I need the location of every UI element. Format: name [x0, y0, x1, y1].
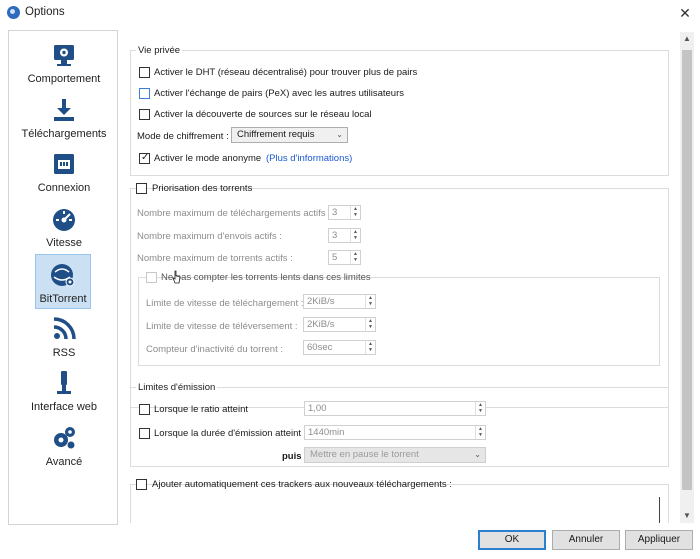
bittorrent-icon: [51, 264, 75, 287]
sidebar-item-label: Avancé: [45, 456, 83, 468]
max-uploads-label: Nombre maximum d'envois actifs :: [137, 231, 282, 242]
spin-arrows-icon[interactable]: ▲ ▼: [475, 402, 485, 415]
encryption-mode-label: Mode de chiffrement :: [137, 131, 229, 142]
window-title: Options: [25, 6, 65, 18]
spin-arrows-icon[interactable]: ▲ ▼: [350, 229, 360, 242]
sidebar-item-vitesse[interactable]: Vitesse: [10, 199, 118, 254]
title-bar: Options ✕: [0, 0, 700, 26]
chevron-down-icon: ⌄: [336, 130, 343, 139]
ratio-limit-value: 1,00: [308, 403, 327, 414]
max-torrents-value: 5: [332, 252, 338, 263]
web-ui-icon: [57, 371, 71, 394]
sidebar-item-comportement[interactable]: Comportement: [10, 35, 118, 90]
seeding-limits-title: Limites d'émission: [136, 382, 218, 393]
scroll-down-icon[interactable]: ▼: [680, 509, 694, 523]
anonymous-mode-label: Activer le mode anonyme: [154, 153, 262, 164]
cancel-button[interactable]: Annuler: [552, 530, 620, 550]
spin-arrows-icon[interactable]: ▲ ▼: [365, 318, 375, 331]
ratio-limit-label: Lorsque le ratio atteint: [154, 404, 249, 415]
privacy-group-title: Vie privée: [136, 45, 183, 56]
dl-rate-threshold-spinbox[interactable]: 2KiB/s ▲ ▼: [303, 294, 376, 309]
sidebar-item-bittorrent[interactable]: BitTorrent: [35, 254, 91, 309]
sidebar-item-rss[interactable]: RSS: [10, 309, 118, 364]
sidebar-item-avance[interactable]: Avancé: [10, 418, 118, 473]
ratio-limit-spinbox[interactable]: 1,00 ▲ ▼: [304, 401, 486, 416]
ratio-limit-checkbox[interactable]: [139, 404, 150, 415]
bittorrent-settings-panel: Vie privée Activer le DHT (réseau décent…: [126, 32, 679, 523]
content-scrollbar[interactable]: ▲ ▼: [680, 32, 694, 523]
slow-torrents-checkbox[interactable]: [146, 272, 157, 283]
scrollbar-thumb[interactable]: [682, 50, 692, 490]
max-downloads-spinbox[interactable]: 3 ▲ ▼: [328, 205, 361, 220]
options-sidebar: Comportement Téléchargements Connexion V…: [8, 30, 118, 525]
qbittorrent-app-icon: [7, 6, 20, 19]
sidebar-item-label: Comportement: [27, 73, 101, 85]
seeding-time-label: Lorsque la durée d'émission atteint: [154, 428, 302, 439]
dl-rate-threshold-label: Limite de vitesse de téléchargement :: [146, 298, 304, 309]
mouse-cursor-icon: [172, 270, 181, 284]
sidebar-item-label: BitTorrent: [39, 293, 87, 305]
gears-icon: [54, 427, 75, 449]
spin-arrows-icon[interactable]: ▲ ▼: [350, 206, 360, 219]
lsd-checkbox[interactable]: [139, 109, 150, 120]
then-label: puis: [282, 451, 302, 462]
seeding-time-spinbox[interactable]: 1440min ▲ ▼: [304, 425, 486, 440]
network-icon: [54, 154, 74, 174]
max-downloads-label: Nombre maximum de téléchargements actifs…: [137, 208, 331, 219]
max-downloads-value: 3: [332, 207, 338, 218]
lsd-label: Activer la découverte de sources sur le …: [154, 109, 372, 120]
dl-rate-threshold-value: 2KiB/s: [307, 296, 335, 307]
trackers-text-caret: [659, 497, 660, 523]
spin-arrows-icon[interactable]: ▲ ▼: [365, 295, 375, 308]
chevron-down-icon: ⌄: [474, 450, 481, 459]
pex-checkbox[interactable]: [139, 88, 150, 99]
rss-icon: [53, 317, 76, 340]
slow-torrents-title: Ne pas compter les torrents lents dans c…: [161, 272, 371, 283]
sidebar-item-label: Interface web: [30, 401, 98, 413]
sidebar-item-connexion[interactable]: Connexion: [10, 144, 118, 199]
seeding-time-checkbox[interactable]: [139, 428, 150, 439]
spin-arrows-icon[interactable]: ▲ ▼: [365, 341, 375, 354]
dht-label: Activer le DHT (réseau décentralisé) pou…: [154, 67, 418, 78]
sidebar-item-label: Vitesse: [46, 237, 82, 249]
spin-arrows-icon[interactable]: ▲ ▼: [475, 426, 485, 439]
ul-rate-threshold-label: Limite de vitesse de téléversement :: [146, 321, 298, 332]
max-torrents-spinbox[interactable]: 5 ▲ ▼: [328, 250, 361, 265]
seeding-action-value: Mettre en pause le torrent: [310, 449, 419, 460]
max-torrents-label: Nombre maximum de torrents actifs :: [137, 253, 293, 264]
speedometer-icon: [53, 209, 75, 231]
inactivity-timer-label: Compteur d'inactivité du torrent :: [146, 344, 283, 355]
add-trackers-label: Ajouter automatiquement ces trackers aux…: [152, 479, 452, 490]
ul-rate-threshold-value: 2KiB/s: [307, 319, 335, 330]
pex-label: Activer l'échange de pairs (PeX) avec le…: [154, 88, 404, 99]
seeding-time-value: 1440min: [308, 427, 345, 438]
sidebar-item-label: Téléchargements: [21, 128, 107, 140]
queueing-group-title: Priorisation des torrents: [152, 183, 253, 194]
max-uploads-value: 3: [332, 230, 338, 241]
queueing-checkbox[interactable]: [136, 183, 147, 194]
encryption-mode-value: Chiffrement requis: [237, 129, 315, 140]
scroll-up-icon[interactable]: ▲: [680, 32, 694, 46]
ok-button[interactable]: OK: [478, 530, 546, 550]
seeding-action-select[interactable]: Mettre en pause le torrent ⌄: [304, 447, 486, 463]
sidebar-item-interface-web[interactable]: Interface web: [10, 363, 118, 418]
max-uploads-spinbox[interactable]: 3 ▲ ▼: [328, 228, 361, 243]
anonymous-mode-checkbox[interactable]: [139, 152, 150, 164]
sidebar-item-label: RSS: [52, 347, 76, 359]
inactivity-timer-value: 60sec: [307, 342, 333, 353]
add-trackers-checkbox[interactable]: [136, 479, 147, 490]
more-info-link[interactable]: (Plus d'informations): [266, 153, 352, 164]
close-button[interactable]: ✕: [670, 0, 700, 26]
download-icon: [54, 99, 74, 121]
dht-checkbox[interactable]: [139, 67, 150, 78]
encryption-mode-select[interactable]: Chiffrement requis ⌄: [231, 127, 348, 143]
inactivity-timer-spinbox[interactable]: 60sec ▲ ▼: [303, 340, 376, 355]
spin-arrows-icon[interactable]: ▲ ▼: [350, 251, 360, 264]
sidebar-item-telechargements[interactable]: Téléchargements: [10, 90, 118, 145]
behavior-icon: [54, 45, 74, 66]
sidebar-item-label: Connexion: [37, 182, 91, 194]
apply-button[interactable]: Appliquer: [625, 530, 693, 550]
ul-rate-threshold-spinbox[interactable]: 2KiB/s ▲ ▼: [303, 317, 376, 332]
